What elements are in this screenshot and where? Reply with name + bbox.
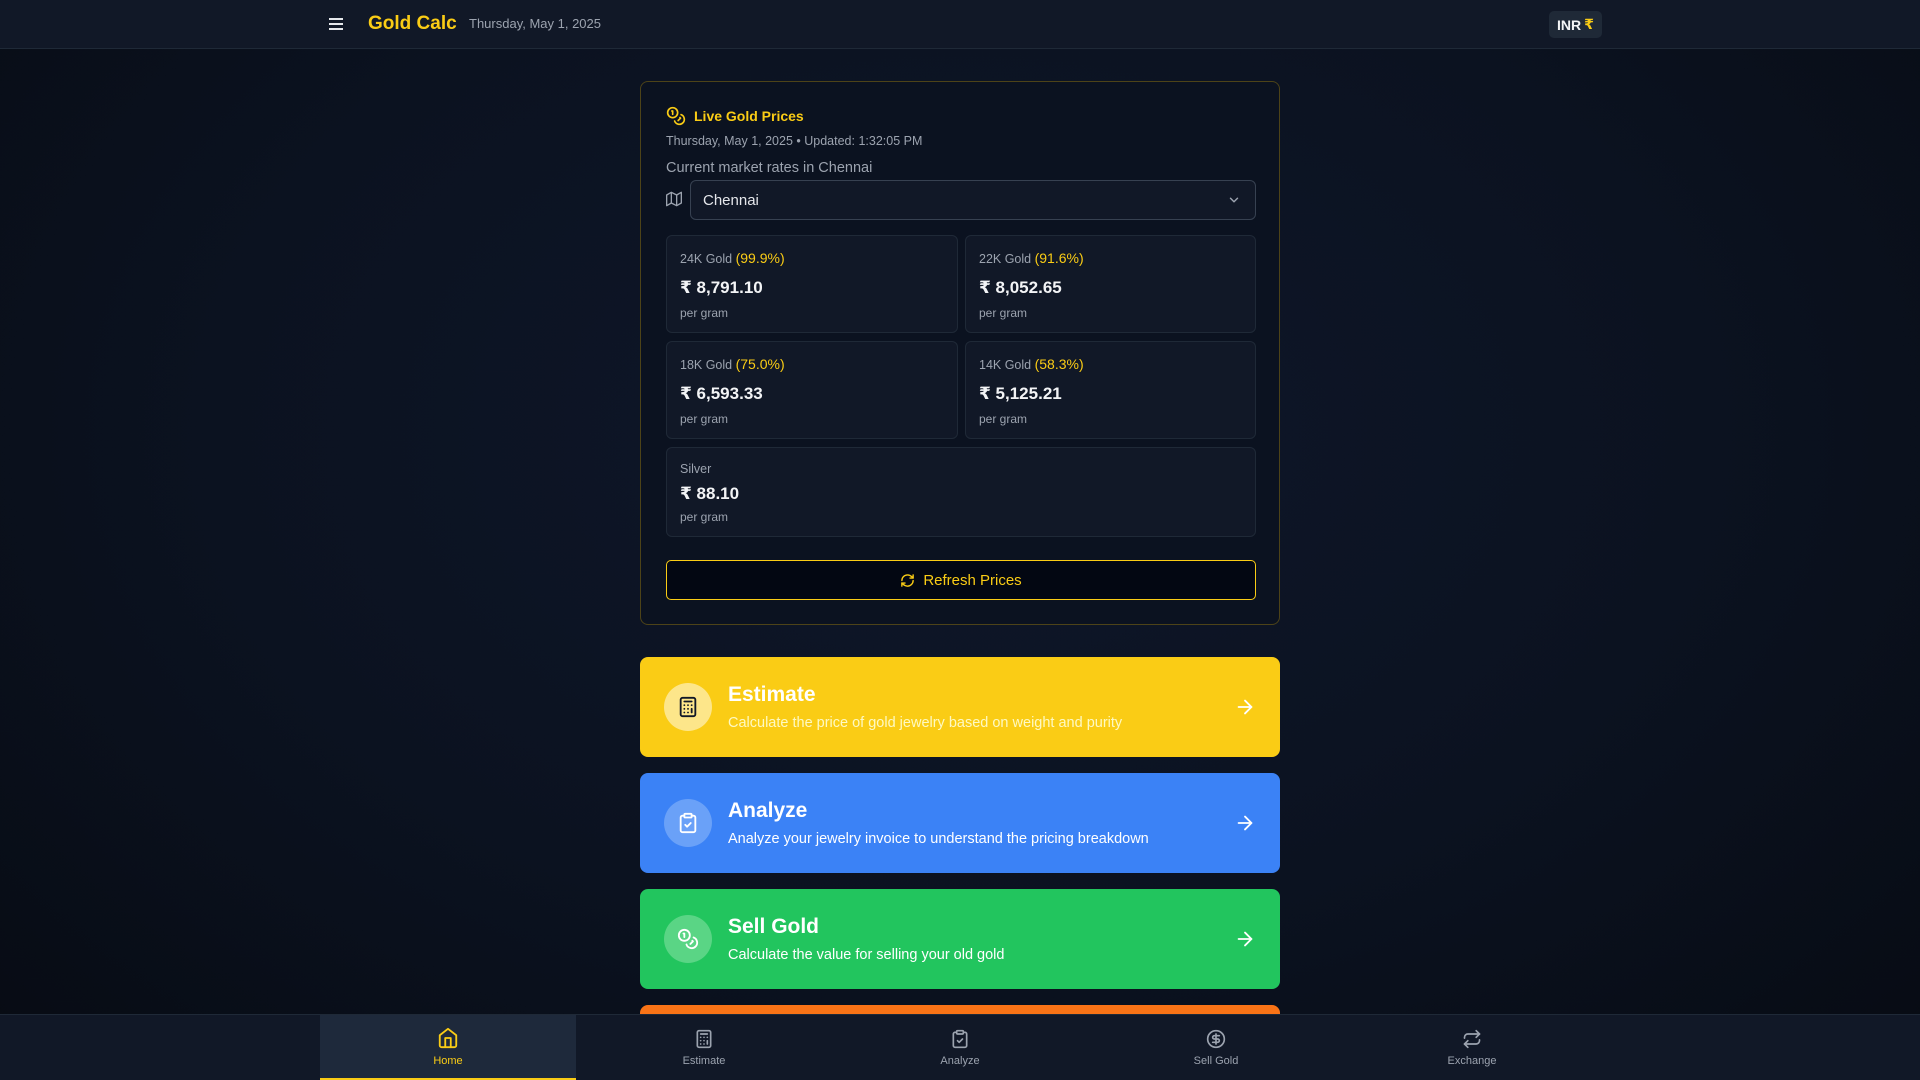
refresh-icon bbox=[901, 573, 915, 587]
coins-icon bbox=[666, 106, 686, 126]
tile-price: ₹ 8,791.10 bbox=[680, 278, 763, 297]
sell-gold-icon-circle bbox=[664, 915, 712, 963]
chevron-down-icon bbox=[1229, 197, 1239, 203]
tile-label: 24K Gold (99.9%) bbox=[680, 250, 785, 266]
tile-label: 14K Gold (58.3%) bbox=[979, 356, 1084, 372]
refresh-prices-button[interactable]: Refresh Prices bbox=[666, 560, 1256, 600]
nav-estimate-label: Estimate bbox=[682, 1055, 726, 1067]
menu-button[interactable] bbox=[320, 12, 352, 36]
arrow-right-icon bbox=[1237, 815, 1253, 831]
hamburger-menu-icon bbox=[329, 18, 343, 30]
dollar-circle-icon bbox=[1206, 1029, 1226, 1049]
currency-selector[interactable]: INR ₹ bbox=[1549, 11, 1602, 38]
clipboard-check-icon bbox=[952, 1029, 968, 1049]
nav-sell-gold[interactable]: Sell Gold bbox=[1088, 1015, 1344, 1080]
tile-karat: 14K Gold bbox=[979, 358, 1032, 372]
tile-unit: per gram bbox=[680, 510, 729, 524]
tile-karat: 18K Gold bbox=[680, 358, 733, 372]
coins-icon bbox=[677, 928, 699, 950]
live-prices-title: Live Gold Prices bbox=[694, 108, 804, 124]
tile-price: ₹ 8,052.65 bbox=[979, 278, 1062, 297]
repeat-icon bbox=[1463, 1029, 1481, 1049]
sell-gold-title: Sell Gold bbox=[728, 915, 820, 938]
nav-estimate[interactable]: Estimate bbox=[576, 1015, 832, 1080]
nav-home-label: Home bbox=[433, 1054, 463, 1067]
tile-purity: (58.3%) bbox=[1034, 356, 1084, 372]
tile-purity: (99.9%) bbox=[735, 250, 785, 266]
tile-label: 22K Gold (91.6%) bbox=[979, 250, 1084, 266]
sell-gold-description: Calculate the value for selling your old… bbox=[728, 947, 1005, 963]
home-icon bbox=[438, 1027, 458, 1048]
analyze-title: Analyze bbox=[728, 799, 808, 822]
app-brand[interactable]: Gold Calc bbox=[368, 12, 457, 36]
top-bar: Gold Calc Thursday, May 1, 2025 INR ₹ bbox=[0, 0, 1920, 49]
price-tile-silver: Silver ₹ 88.10 per gram bbox=[666, 447, 1256, 537]
bottom-navigation: Home Estimate Analyze Sell Gold Exchange bbox=[0, 1014, 1920, 1080]
live-prices-card: Live Gold Prices Thursday, May 1, 2025 •… bbox=[640, 81, 1280, 625]
estimate-title: Estimate bbox=[728, 683, 816, 706]
price-tile-22k: 22K Gold (91.6%) ₹ 8,052.65 per gram bbox=[965, 235, 1256, 333]
analyze-card[interactable]: Analyze Analyze your jewelry invoice to … bbox=[640, 773, 1280, 873]
city-select[interactable]: Chennai bbox=[690, 180, 1256, 220]
clipboard-check-icon bbox=[679, 812, 697, 834]
tile-label: 18K Gold (75.0%) bbox=[680, 356, 785, 372]
estimate-icon-circle bbox=[664, 683, 712, 731]
header-date: Thursday, May 1, 2025 bbox=[469, 16, 601, 31]
estimate-description: Calculate the price of gold jewelry base… bbox=[728, 715, 1123, 731]
tile-price: ₹ 6,593.33 bbox=[680, 384, 763, 403]
live-prices-heading: Live Gold Prices bbox=[666, 106, 804, 126]
currency-code: INR bbox=[1557, 16, 1582, 33]
price-tile-24k: 24K Gold (99.9%) ₹ 8,791.10 per gram bbox=[666, 235, 958, 333]
tile-label: Silver bbox=[680, 462, 712, 476]
tile-unit: per gram bbox=[680, 412, 729, 426]
analyze-description: Analyze your jewelry invoice to understa… bbox=[728, 831, 1149, 847]
arrow-right-icon bbox=[1237, 699, 1253, 715]
arrow-right-icon bbox=[1237, 931, 1253, 947]
prices-description: Current market rates in Chennai bbox=[666, 160, 873, 176]
tile-unit: per gram bbox=[979, 412, 1028, 426]
tile-karat: 24K Gold bbox=[680, 252, 733, 266]
nav-analyze-label: Analyze bbox=[940, 1055, 980, 1067]
refresh-prices-label: Refresh Prices bbox=[923, 571, 1022, 589]
nav-home[interactable]: Home bbox=[320, 1015, 576, 1080]
city-select-value: Chennai bbox=[703, 191, 759, 209]
sell-gold-card[interactable]: Sell Gold Calculate the value for sellin… bbox=[640, 889, 1280, 989]
tile-karat: 22K Gold bbox=[979, 252, 1032, 266]
nav-analyze[interactable]: Analyze bbox=[832, 1015, 1088, 1080]
map-icon bbox=[666, 191, 682, 207]
estimate-card[interactable]: Estimate Calculate the price of gold jew… bbox=[640, 657, 1280, 757]
tile-price: ₹ 88.10 bbox=[680, 484, 740, 503]
prices-updated-text: Thursday, May 1, 2025 • Updated: 1:32:05… bbox=[666, 134, 923, 148]
calculator-icon bbox=[679, 696, 697, 718]
tile-unit: per gram bbox=[979, 306, 1028, 320]
price-tile-18k: 18K Gold (75.0%) ₹ 6,593.33 per gram bbox=[666, 341, 958, 439]
tile-unit: per gram bbox=[680, 306, 729, 320]
nav-exchange[interactable]: Exchange bbox=[1344, 1015, 1600, 1080]
nav-sell-gold-label: Sell Gold bbox=[1193, 1055, 1239, 1067]
price-tile-14k: 14K Gold (58.3%) ₹ 5,125.21 per gram bbox=[965, 341, 1256, 439]
calculator-icon bbox=[696, 1029, 712, 1049]
analyze-icon-circle bbox=[664, 799, 712, 847]
currency-symbol: ₹ bbox=[1584, 16, 1594, 32]
nav-exchange-label: Exchange bbox=[1447, 1055, 1497, 1067]
tile-price: ₹ 5,125.21 bbox=[979, 384, 1062, 403]
tile-purity: (91.6%) bbox=[1034, 250, 1084, 266]
tile-purity: (75.0%) bbox=[735, 356, 785, 372]
